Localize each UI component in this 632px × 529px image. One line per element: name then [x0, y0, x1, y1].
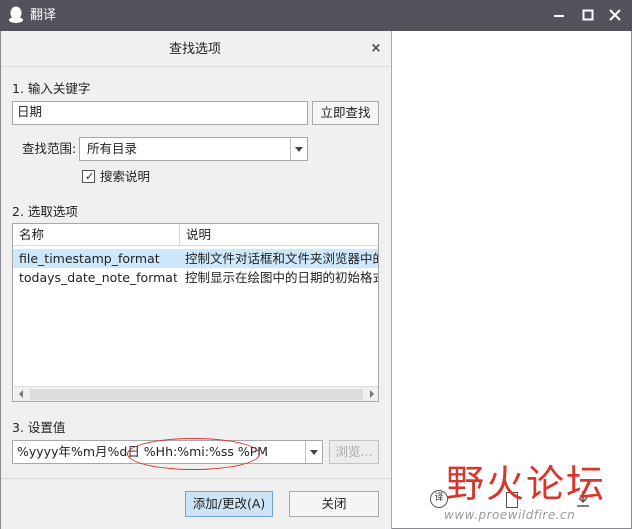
setting-dropdown-button[interactable] [305, 441, 322, 463]
search-desc-label: 搜索说明 [100, 169, 151, 184]
column-header-desc[interactable]: 说明 [180, 224, 378, 246]
scope-value: 所有目录 [87, 141, 138, 156]
scope-label: 查找范围: [22, 141, 77, 156]
table-row[interactable]: file_timestamp_format 控制文件对话框和文件夹浏览器中的 [13, 249, 378, 268]
keyword-value: 日期 [17, 104, 43, 119]
section3-label: 3. 设置值 [12, 420, 66, 435]
options-table: 名称 说明 file_timestamp_format 控制文件对话框和文件夹浏… [12, 223, 379, 402]
section2-label: 2. 选取选项 [12, 204, 78, 219]
search-desc-checkbox[interactable]: ✓ [82, 170, 95, 183]
add-change-button[interactable]: 添加/更改(A) [185, 491, 273, 517]
penguin-icon [9, 6, 23, 23]
section1-label: 1. 输入关键字 [12, 81, 91, 96]
minimize-button[interactable] [549, 5, 569, 25]
dialog-title: 查找选项 [168, 42, 221, 57]
window-titlebar [0, 0, 632, 31]
scroll-right-icon[interactable] [370, 390, 374, 398]
chevron-down-icon [295, 147, 303, 152]
checkmark-icon: ✓ [85, 170, 95, 183]
window-title: 翻译 [30, 8, 57, 23]
dialog-close-button[interactable]: × [368, 41, 384, 57]
footer-divider [1, 478, 391, 479]
row-name: file_timestamp_format [19, 251, 160, 266]
search-now-button[interactable]: 立即查找 [312, 101, 379, 125]
column-header-name[interactable]: 名称 [13, 224, 179, 246]
close-button[interactable]: 关闭 [289, 491, 379, 517]
highlight-ellipse [127, 438, 260, 470]
keyword-input[interactable]: 日期 [12, 101, 308, 125]
scope-select[interactable]: 所有目录 [79, 137, 308, 161]
watermark-url: www.proewildfire.cn [444, 508, 576, 522]
scope-dropdown-button[interactable] [290, 138, 307, 160]
row-desc: 控制显示在绘图中的日期的初始格式 [185, 270, 378, 285]
window-close-button[interactable] [605, 5, 625, 25]
chevron-down-icon [310, 450, 318, 455]
scroll-left-icon[interactable] [19, 390, 23, 398]
horizontal-scrollbar[interactable] [14, 386, 378, 401]
row-desc: 控制文件对话框和文件夹浏览器中的 [185, 251, 378, 266]
browse-button[interactable]: 浏览... [329, 440, 379, 464]
maximize-icon [582, 9, 594, 21]
maximize-button[interactable] [578, 5, 598, 25]
row-name: todays_date_note_format [19, 270, 177, 285]
minimize-icon [554, 15, 564, 17]
scrollbar-thumb[interactable] [30, 389, 363, 400]
watermark-logo: 野火论坛 [446, 462, 607, 506]
close-icon [609, 9, 621, 21]
table-row[interactable]: todays_date_note_format 控制显示在绘图中的日期的初始格式 [13, 268, 378, 287]
